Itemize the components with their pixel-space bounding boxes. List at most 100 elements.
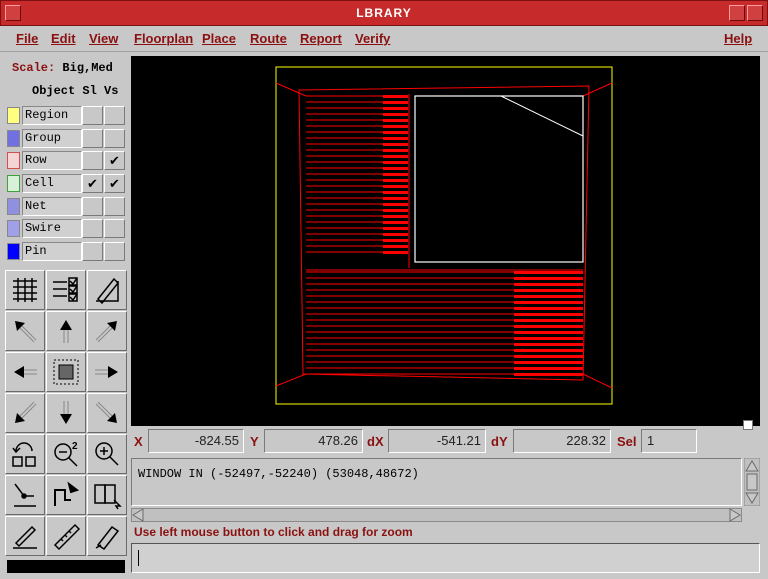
- zoom-in-button[interactable]: [87, 434, 127, 474]
- object-name-region[interactable]: Region: [22, 106, 82, 125]
- checklist-tool-button[interactable]: [46, 270, 86, 310]
- pin-color-swatch[interactable]: [7, 243, 20, 261]
- measure-tool-button[interactable]: [5, 516, 45, 556]
- wire-tool-button[interactable]: [5, 475, 45, 515]
- cell-selectable-toggle[interactable]: ✔: [82, 174, 103, 194]
- ruler-tool-button[interactable]: [46, 516, 86, 556]
- x-label: X: [134, 434, 143, 449]
- object-name-row[interactable]: Row: [22, 151, 82, 171]
- group-color-swatch[interactable]: [7, 129, 20, 147]
- net-visible-toggle[interactable]: [104, 196, 125, 216]
- book-select-icon: [94, 484, 122, 510]
- object-name-group[interactable]: Group: [22, 128, 82, 148]
- zoom-out-2x-button[interactable]: 2: [46, 434, 86, 474]
- net-selectable-toggle[interactable]: [82, 196, 103, 216]
- object-name-pin[interactable]: Pin: [22, 242, 82, 262]
- swire-visible-toggle[interactable]: [104, 219, 125, 239]
- cell-block: [514, 271, 583, 274]
- cell-block: [514, 277, 583, 280]
- minimize-button[interactable]: [729, 5, 745, 21]
- object-row-swire: Swire: [5, 217, 126, 240]
- coordinate-bar: X -824.55 Y 478.26 dX -541.21 dY 228.32 …: [131, 427, 760, 455]
- menu-edit[interactable]: Edit: [51, 31, 76, 46]
- route-path-icon: [54, 481, 80, 506]
- menu-place[interactable]: Place: [202, 31, 236, 46]
- object-name-cell[interactable]: Cell: [22, 174, 82, 194]
- cell-block: [514, 337, 583, 340]
- maximize-button[interactable]: [747, 5, 763, 21]
- pan-up-left-button[interactable]: [5, 311, 45, 351]
- region-color-swatch[interactable]: [7, 107, 20, 124]
- cell-visible-toggle[interactable]: ✔: [104, 174, 125, 194]
- object-name-swire[interactable]: Swire: [22, 219, 82, 239]
- object-name-net[interactable]: Net: [22, 196, 82, 216]
- pan-down-button[interactable]: [46, 393, 86, 433]
- cell-block: [383, 119, 408, 122]
- checklist-icon: [53, 277, 78, 302]
- menu-verify[interactable]: Verify: [355, 31, 390, 46]
- row-selectable-toggle[interactable]: [82, 151, 103, 171]
- swire-selectable-toggle[interactable]: [82, 219, 103, 239]
- cell-color-swatch[interactable]: [7, 175, 20, 193]
- menu-route[interactable]: Route: [250, 31, 287, 46]
- undo-view-icon: [12, 442, 36, 467]
- command-input[interactable]: [131, 543, 760, 573]
- cell-block: [383, 191, 408, 194]
- row-color-swatch[interactable]: [7, 152, 20, 170]
- cell-block: [514, 355, 583, 358]
- menu-help[interactable]: Help: [724, 31, 752, 46]
- dx-field: -541.21: [388, 429, 486, 453]
- zoom-out-icon: 2: [54, 441, 78, 467]
- group-selectable-toggle[interactable]: [82, 128, 103, 148]
- cell-block: [514, 331, 583, 334]
- annotate-tool-button[interactable]: [87, 516, 127, 556]
- draw-tool-button[interactable]: [87, 270, 127, 310]
- pan-down-left-button[interactable]: [5, 393, 45, 433]
- menu-report[interactable]: Report: [300, 31, 342, 46]
- corner-connection: [275, 373, 307, 387]
- cell-block: [383, 149, 408, 152]
- rows-grid-icon: [13, 278, 37, 302]
- left-panel: Scale: Big,Med Object Sl Vs Region Group…: [0, 52, 131, 579]
- rows-tool-button[interactable]: [5, 270, 45, 310]
- layout-drawing: [275, 66, 613, 405]
- pan-up-button[interactable]: [46, 311, 86, 351]
- menu-floorplan[interactable]: Floorplan: [134, 31, 193, 46]
- menu-view[interactable]: View: [89, 31, 118, 46]
- pencil-square-icon: [96, 277, 120, 305]
- message-vertical-scrollbar[interactable]: [743, 457, 761, 507]
- menu-file[interactable]: File: [16, 31, 38, 46]
- pen-ruler-icon: [13, 525, 37, 549]
- dy-field: 228.32: [513, 429, 611, 453]
- cell-block: [383, 179, 408, 182]
- swire-color-swatch[interactable]: [7, 220, 20, 238]
- cell-select-tool-button[interactable]: [87, 475, 127, 515]
- route-tool-button[interactable]: [46, 475, 86, 515]
- cell-block: [514, 313, 583, 316]
- pin-selectable-toggle[interactable]: [82, 242, 103, 262]
- region-selectable-toggle[interactable]: [82, 106, 103, 125]
- object-row-pin: Pin: [5, 240, 126, 263]
- undo-zoom-button[interactable]: [5, 434, 45, 474]
- cell-block: [383, 245, 408, 248]
- pin-visible-toggle[interactable]: [104, 242, 125, 262]
- layout-canvas[interactable]: [131, 56, 760, 426]
- pan-left-button[interactable]: [5, 352, 45, 392]
- wire-icon: [14, 483, 36, 507]
- pan-right-button[interactable]: [87, 352, 127, 392]
- cell-block: [514, 367, 583, 370]
- y-label: Y: [250, 434, 259, 449]
- fit-view-button[interactable]: [46, 352, 86, 392]
- net-color-swatch[interactable]: [7, 197, 20, 215]
- pan-down-right-button[interactable]: [87, 393, 127, 433]
- cell-block: [514, 325, 583, 328]
- cell-block: [383, 137, 408, 140]
- arrow-up-left-icon: [15, 321, 37, 343]
- group-visible-toggle[interactable]: [104, 128, 125, 148]
- cell-block: [383, 113, 408, 116]
- pan-up-right-button[interactable]: [87, 311, 127, 351]
- cell-block: [383, 131, 408, 134]
- message-horizontal-scrollbar[interactable]: [131, 508, 742, 522]
- region-visible-toggle[interactable]: [104, 106, 125, 125]
- row-visible-toggle[interactable]: ✔: [104, 151, 125, 171]
